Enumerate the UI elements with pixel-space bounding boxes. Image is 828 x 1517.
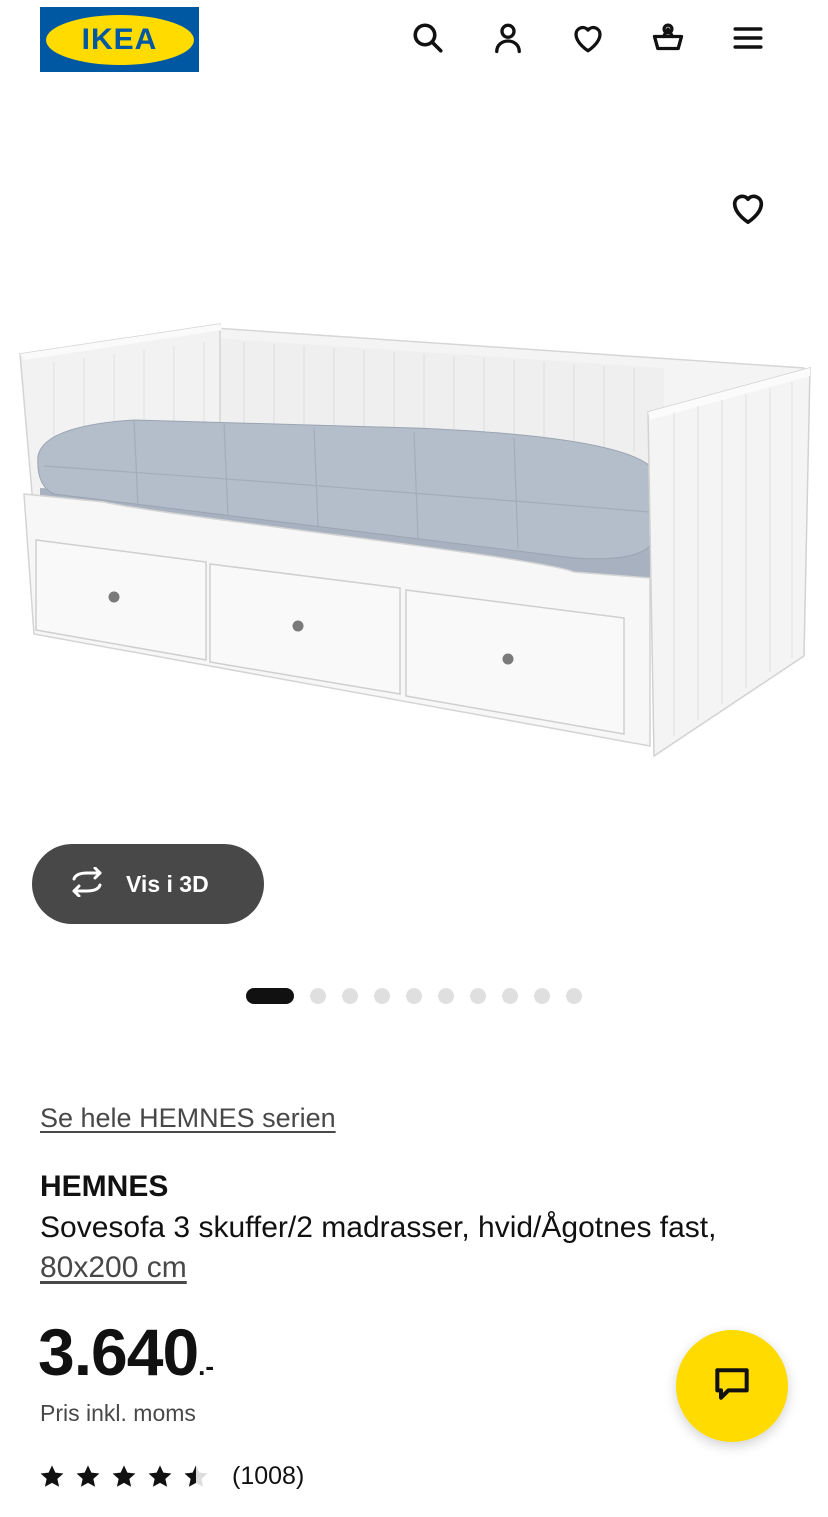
carousel-dot[interactable] [470, 987, 486, 1004]
carousel-dot[interactable] [534, 987, 550, 1004]
price-suffix: .- [198, 1351, 215, 1381]
carousel-dot[interactable] [374, 987, 390, 1004]
rating-count: (1008) [232, 1462, 305, 1490]
menu-icon[interactable] [728, 18, 768, 58]
carousel-dot[interactable] [342, 987, 358, 1004]
carousel-dot[interactable] [310, 987, 326, 1004]
carousel-dot[interactable] [566, 987, 582, 1004]
basket-icon[interactable] [648, 18, 688, 58]
product-description-text: Sovesofa 3 skuffer/2 madrasser, hvid/Ågo… [40, 1211, 717, 1244]
ikea-logo[interactable]: IKEA [40, 7, 199, 72]
carousel-dot[interactable] [502, 987, 518, 1004]
series-link[interactable]: Se hele HEMNES serien [40, 1103, 336, 1134]
add-to-favourites-icon[interactable] [724, 184, 772, 232]
logo-text: IKEA [81, 22, 158, 56]
favourites-icon[interactable] [568, 18, 608, 58]
size-link[interactable]: 80x200 cm [40, 1251, 187, 1284]
star-full-icon [76, 1464, 100, 1487]
view-in-3d-button[interactable]: Vis i 3D [32, 844, 264, 924]
search-icon[interactable] [408, 18, 448, 58]
view-in-3d-label: Vis i 3D [126, 870, 209, 897]
product-price: 3.640 .- [38, 1314, 214, 1390]
product-description: Sovesofa 3 skuffer/2 madrasser, hvid/Ågo… [40, 1208, 760, 1288]
product-rating[interactable]: (1008) [38, 1462, 304, 1491]
product-image[interactable] [14, 316, 814, 836]
carousel-dot-active[interactable] [246, 987, 294, 1004]
star-full-icon [40, 1464, 64, 1487]
star-full-icon [112, 1464, 136, 1487]
star-half-icon [184, 1464, 208, 1487]
logo-oval: IKEA [45, 14, 194, 65]
chat-icon [710, 1362, 754, 1411]
vat-note: Pris inkl. moms [40, 1400, 196, 1426]
chat-button[interactable] [676, 1330, 788, 1442]
price-integer: 3.640 [38, 1315, 199, 1389]
carousel-dot[interactable] [438, 987, 454, 1004]
image-carousel-dots [246, 987, 598, 1004]
rotate-3d-icon [66, 866, 108, 902]
star-full-icon [148, 1464, 172, 1487]
carousel-dot[interactable] [406, 987, 422, 1004]
top-header: IKEA [0, 0, 828, 80]
product-name: HEMNES [40, 1170, 169, 1203]
account-icon[interactable] [488, 18, 528, 58]
